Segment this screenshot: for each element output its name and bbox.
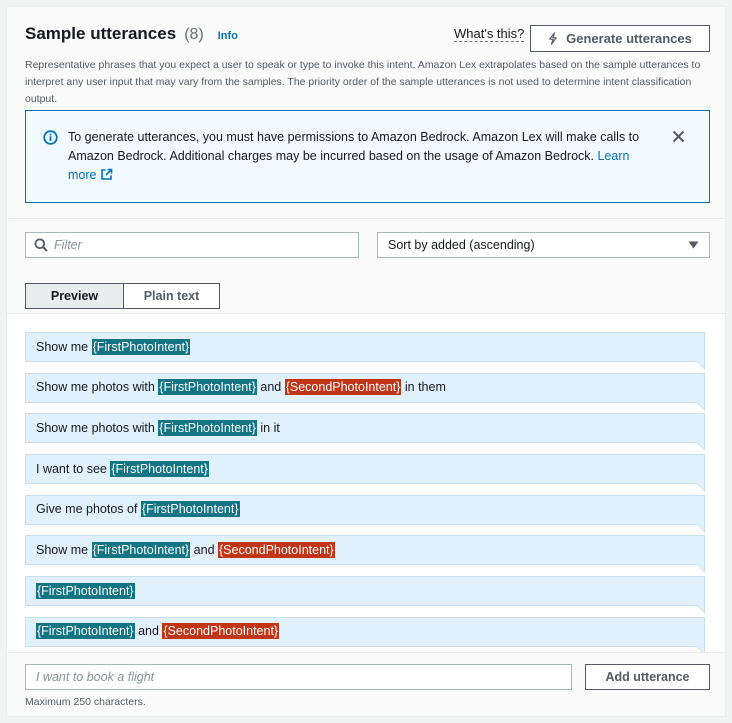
view-mode-toggle: Preview Plain text <box>25 283 220 309</box>
utterance-item[interactable]: Show me {FirstPhotoIntent} <box>25 332 705 370</box>
panel-header: Sample utterances (8) Info What's this? … <box>7 7 725 219</box>
utterance-item[interactable]: Show me photos with {FirstPhotoIntent} a… <box>25 372 705 411</box>
slot-token: {SecondPhotoIntent} <box>162 623 280 640</box>
utterance-item[interactable]: {FirstPhotoIntent} and {SecondPhotoInten… <box>25 616 705 655</box>
slot-token: {FirstPhotoIntent} <box>110 460 209 477</box>
utterance-segment: Show me <box>36 339 92 354</box>
slot-token: {FirstPhotoIntent} <box>158 379 257 396</box>
add-utterance-footer: Add utterance Maximum 250 characters. <box>7 652 725 716</box>
utterance-text: I want to see {FirstPhotoIntent} <box>36 460 209 477</box>
generate-utterances-button[interactable]: Generate utterances <box>530 25 710 52</box>
utterance-input-field[interactable] <box>25 664 572 690</box>
utterance-text: Show me {FirstPhotoIntent} <box>36 338 191 355</box>
caret-down-icon <box>688 238 699 252</box>
filter-field[interactable] <box>25 232 359 258</box>
bedrock-info-alert: To generate utterances, you must have pe… <box>25 110 710 203</box>
utterance-segment: and <box>134 624 163 639</box>
title-row: Sample utterances (8) Info <box>25 24 238 44</box>
utterance-text: {FirstPhotoIntent} and {SecondPhotoInten… <box>36 623 280 640</box>
utterance-segment: Show me photos with <box>36 380 159 395</box>
utterance-text: Show me {FirstPhotoIntent} and {SecondPh… <box>36 541 335 558</box>
slot-token: {FirstPhotoIntent} <box>36 623 135 640</box>
utterance-text: {FirstPhotoIntent} <box>36 582 135 599</box>
utterance-toolbar: Sort by added (ascending) Preview Plain … <box>7 220 725 314</box>
whats-this-link[interactable]: What's this? <box>454 26 525 42</box>
utterance-segment: Show me <box>36 542 92 557</box>
add-utterance-button[interactable]: Add utterance <box>585 664 710 690</box>
slot-token: {SecondPhotoIntent} <box>218 541 335 558</box>
utterance-segment: and <box>256 380 285 395</box>
external-link-icon <box>100 168 113 187</box>
utterance-item[interactable]: {FirstPhotoIntent} <box>25 576 705 615</box>
sort-value: Sort by added (ascending) <box>388 238 535 252</box>
panel-description: Representative phrases that you expect a… <box>25 59 701 105</box>
utterance-text: Give me photos of {FirstPhotoIntent} <box>36 501 240 518</box>
utterance-list: Show me {FirstPhotoIntent} Show me photos… <box>25 332 705 658</box>
utterance-segment: I want to see <box>36 461 111 476</box>
utterance-segment: Give me photos of <box>36 502 141 517</box>
slot-token: {FirstPhotoIntent} <box>91 338 191 355</box>
utterance-item[interactable]: Give me photos of {FirstPhotoIntent} <box>25 494 705 533</box>
panel-title: Sample utterances <box>25 24 177 43</box>
slot-token: {SecondPhotoIntent} <box>284 379 402 396</box>
info-icon <box>43 130 58 150</box>
sample-utterances-panel: Sample utterances (8) Info What's this? … <box>6 6 726 717</box>
character-limit-hint: Maximum 250 characters. <box>25 696 146 708</box>
utterance-segment: and <box>190 542 218 557</box>
filter-input[interactable] <box>54 238 334 252</box>
utterance-segment: in it <box>256 420 280 435</box>
utterance-item[interactable]: Show me {FirstPhotoIntent} and {SecondPh… <box>25 535 705 574</box>
utterance-item[interactable]: Show me photos with {FirstPhotoIntent} i… <box>25 413 705 452</box>
slot-token: {FirstPhotoIntent} <box>140 501 240 518</box>
utterance-text: Show me photos with {FirstPhotoIntent} a… <box>36 379 446 396</box>
info-link[interactable]: Info <box>218 30 238 42</box>
slot-token: {FirstPhotoIntent} <box>36 582 135 599</box>
utterance-segment: Show me photos with <box>36 420 159 435</box>
sort-select[interactable]: Sort by added (ascending) <box>377 232 710 258</box>
utterance-count: (8) <box>184 26 204 43</box>
generate-utterances-label: Generate utterances <box>566 31 692 46</box>
tab-plain-text[interactable]: Plain text <box>124 283 220 309</box>
close-icon[interactable] <box>672 130 685 148</box>
slot-token: {FirstPhotoIntent} <box>158 419 257 436</box>
tab-preview[interactable]: Preview <box>25 283 124 309</box>
utterance-input[interactable] <box>36 670 571 684</box>
alert-text: To generate utterances, you must have pe… <box>68 130 640 163</box>
utterance-item[interactable]: I want to see {FirstPhotoIntent} <box>25 454 705 493</box>
lightning-icon <box>548 32 558 45</box>
utterance-text: Show me photos with {FirstPhotoIntent} i… <box>36 419 280 436</box>
alert-message: To generate utterances, you must have pe… <box>68 128 658 187</box>
utterance-segment: in them <box>401 380 446 395</box>
slot-token: {FirstPhotoIntent} <box>91 541 191 558</box>
search-icon <box>34 238 48 252</box>
